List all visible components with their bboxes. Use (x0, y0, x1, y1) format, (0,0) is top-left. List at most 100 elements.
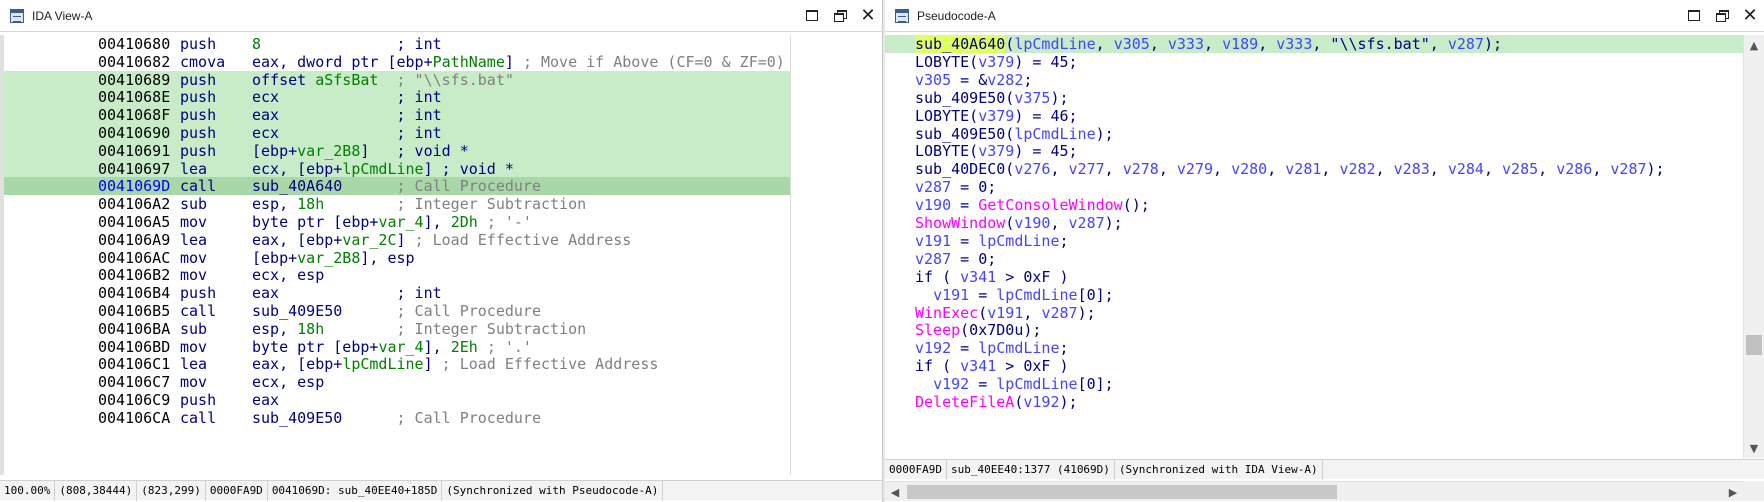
pseudocode-listing[interactable]: sub_40A640(lpCmdLine, v305, v333, v189, … (885, 35, 1743, 455)
disasm-operands: eax, dword ptr [ebp+PathName] ; Move if … (252, 53, 785, 71)
pseudocode-line[interactable]: sub_40A640(lpCmdLine, v305, v333, v189, … (885, 35, 1743, 53)
pseudocode-text: v191 = lpCmdLine; (915, 231, 1069, 250)
close-icon: ✕ (1742, 4, 1758, 26)
pseudocode-line[interactable]: LOBYTE(v379) = 45; (885, 142, 1743, 160)
scroll-up-arrow-icon[interactable]: ▲ (1744, 35, 1764, 55)
pseudocode-text: v192 = lpCmdLine; (915, 339, 1069, 358)
disasm-operands-text: ecx, esp (252, 373, 325, 392)
pseudocode-line[interactable]: Sleep(0x7D0u); (885, 321, 1743, 339)
disasm-line[interactable]: 004106BA sub esp, 18h ; Integer Subtractio… (0, 320, 790, 338)
scroll-left-arrow-icon[interactable]: ◀ (885, 482, 905, 502)
disasm-mnemonic: push (180, 106, 217, 125)
disasm-line[interactable]: 004106AC mov [ebp+var_2B8], esp (0, 249, 790, 267)
disasm-line[interactable]: 0041068F push eax ; int (0, 106, 790, 125)
restore-button[interactable] (826, 2, 854, 30)
pseudocode-line[interactable]: v190 = GetConsoleWindow(); (885, 196, 1743, 214)
disasm-operands: eax (252, 391, 279, 409)
disasm-line[interactable]: 0041068E push ecx ; int (0, 88, 790, 107)
disasm-mnemonic: push (180, 88, 217, 107)
disasm-mnemonic: mov (180, 213, 208, 231)
pseudocode-statusbar: 0000FA9D sub_40EE40:1377 (41069D) (Synch… (885, 459, 1764, 480)
disasm-operands-text: sub_409E50 (252, 408, 343, 427)
disasm-line[interactable]: 00410689 push offset aSfsBat ; "\\sfs.bat" (0, 70, 790, 89)
pseudocode-line[interactable]: if ( v341 > 0xF ) (885, 268, 1743, 286)
horizontal-scroll-thumb[interactable] (907, 485, 1337, 499)
disasm-line[interactable]: 00410682 cmova eax, dword ptr [ebp+PathNam… (0, 53, 790, 71)
disasm-line[interactable]: 00410690 push ecx ; int (0, 124, 790, 142)
disasm-line[interactable]: 004106BD mov byte ptr [ebp+var_4], 2Eh ; '… (0, 338, 790, 356)
pseudocode-text: if ( v341 > 0xF ) (915, 267, 1069, 286)
pseudocode-window-icon (895, 8, 909, 23)
disasm-operands: [ebp+var_2B8] ; void * (252, 142, 469, 160)
maximize-button[interactable] (798, 2, 826, 30)
status-sync: (Synchronized with IDA View-A) (1115, 459, 1323, 480)
status-location: sub_40EE40:1377 (41069D) (947, 459, 1115, 480)
pseudocode-line[interactable]: v305 = &v282; (885, 71, 1743, 89)
disasm-mnemonic: push (180, 284, 217, 303)
disasm-operands: sub_409E50 ; Call Procedure (252, 302, 541, 320)
disasm-line[interactable]: 004106B5 call sub_409E50 ; Call Procedure (0, 302, 790, 320)
disasm-line[interactable]: 0041069D call sub_40A640 ; Call Procedure (0, 177, 790, 196)
disasm-mnemonic: push (180, 70, 217, 89)
pseudocode-line[interactable]: v191 = lpCmdLine; (885, 232, 1743, 250)
pseudocode-text: sub_40DEC0(v276, v277, v278, v279, v280,… (915, 160, 1665, 179)
pseudocode-line[interactable]: ShowWindow(v190, v287); (885, 214, 1743, 232)
disassembly-window-icon (10, 8, 24, 23)
disasm-line[interactable]: 00410697 lea ecx, [ebp+lpCmdLine] ; void * (0, 159, 790, 178)
ida-view-title: IDA View-A (32, 8, 93, 23)
vertical-scrollbar[interactable]: ▲ ▼ (1743, 35, 1764, 458)
pseudocode-line[interactable]: v287 = 0; (885, 250, 1743, 268)
disasm-mnemonic: push (180, 391, 217, 409)
disasm-line[interactable]: 004106CA call sub_409E50 ; Call Procedure (0, 409, 790, 427)
disasm-comment: ; int (396, 35, 442, 53)
disasm-address: 004106C1 (98, 355, 171, 374)
disassembly-listing[interactable]: 00410680 push 8 ; int 00410682 cmova eax, dwo… (0, 35, 790, 475)
disasm-operands-text: ecx, [ebp+lpCmdLine] (252, 159, 433, 178)
listing-left-gutter (0, 35, 4, 475)
disasm-line[interactable]: 00410691 push [ebp+var_2B8] ; void * (0, 141, 790, 160)
disasm-line[interactable]: 004106A2 sub esp, 18h ; Integer Subtractio… (0, 195, 790, 213)
vertical-scroll-thumb[interactable] (1746, 335, 1762, 355)
pseudocode-line[interactable]: LOBYTE(v379) = 45; (885, 53, 1743, 71)
close-button[interactable]: ✕ (854, 2, 882, 30)
restore-button[interactable] (1708, 2, 1736, 30)
pseudocode-line[interactable]: LOBYTE(v379) = 46; (885, 107, 1743, 125)
pseudocode-line[interactable]: v192 = lpCmdLine; (885, 339, 1743, 357)
scroll-down-arrow-icon[interactable]: ▼ (1744, 438, 1764, 458)
disasm-line[interactable]: 004106A5 mov byte ptr [ebp+var_4], 2Dh ; '… (0, 213, 790, 231)
pseudocode-titlebar: Pseudocode-A ✕ (885, 0, 1764, 32)
pseudocode-line[interactable]: v192 = lpCmdLine[0]; (885, 375, 1743, 393)
close-button[interactable]: ✕ (1736, 2, 1764, 30)
disasm-line[interactable]: 004106A9 lea eax, [ebp+var_2C] ; Load Effe… (0, 231, 790, 249)
disasm-line[interactable]: 004106C7 mov ecx, esp (0, 373, 790, 391)
disasm-line[interactable]: 004106B2 mov ecx, esp (0, 266, 790, 284)
pseudocode-line[interactable]: v287 = 0; (885, 178, 1743, 196)
disasm-line[interactable]: 00410680 push 8 ; int (0, 35, 790, 53)
disasm-address: 00410689 (98, 70, 171, 89)
disasm-operands-text: eax, [ebp+var_2C] (252, 230, 406, 249)
maximize-button[interactable] (1680, 2, 1708, 30)
pseudocode-text: sub_409E50(lpCmdLine); (915, 124, 1114, 143)
pseudocode-line[interactable]: sub_409E50(lpCmdLine); (885, 125, 1743, 143)
disasm-line[interactable]: 004106C1 lea eax, [ebp+lpCmdLine] ; Load E… (0, 355, 790, 373)
pseudocode-line[interactable]: sub_409E50(v375); (885, 89, 1743, 107)
horizontal-scrollbar[interactable]: ◀ ▶ (885, 481, 1743, 501)
scroll-right-arrow-icon[interactable]: ▶ (1723, 482, 1743, 502)
close-icon: ✕ (860, 4, 876, 26)
disasm-comment: ; '.' (486, 337, 532, 356)
disasm-line[interactable]: 004106C9 push eax (0, 391, 790, 409)
pseudocode-line[interactable]: sub_40DEC0(v276, v277, v278, v279, v280,… (885, 160, 1743, 178)
status-sync: (Synchronized with Pseudocode-A) (442, 480, 664, 501)
disasm-address: 004106BD (98, 337, 171, 356)
disasm-line[interactable]: 004106B4 push eax ; int (0, 284, 790, 302)
disasm-comment: ; Integer Subtraction (396, 319, 587, 338)
maximize-icon (1688, 10, 1700, 21)
disasm-address: 004106C7 (98, 373, 171, 392)
pseudocode-line[interactable]: if ( v341 > 0xF ) (885, 357, 1743, 375)
disasm-address: 00410697 (98, 159, 171, 178)
pseudocode-line[interactable]: WinExec(v191, v287); (885, 304, 1743, 322)
disasm-mnemonic: lea (180, 230, 208, 249)
pseudocode-line[interactable]: v191 = lpCmdLine[0]; (885, 286, 1743, 304)
disasm-mnemonic: push (180, 124, 217, 142)
pseudocode-line[interactable]: DeleteFileA(v192); (885, 393, 1743, 411)
